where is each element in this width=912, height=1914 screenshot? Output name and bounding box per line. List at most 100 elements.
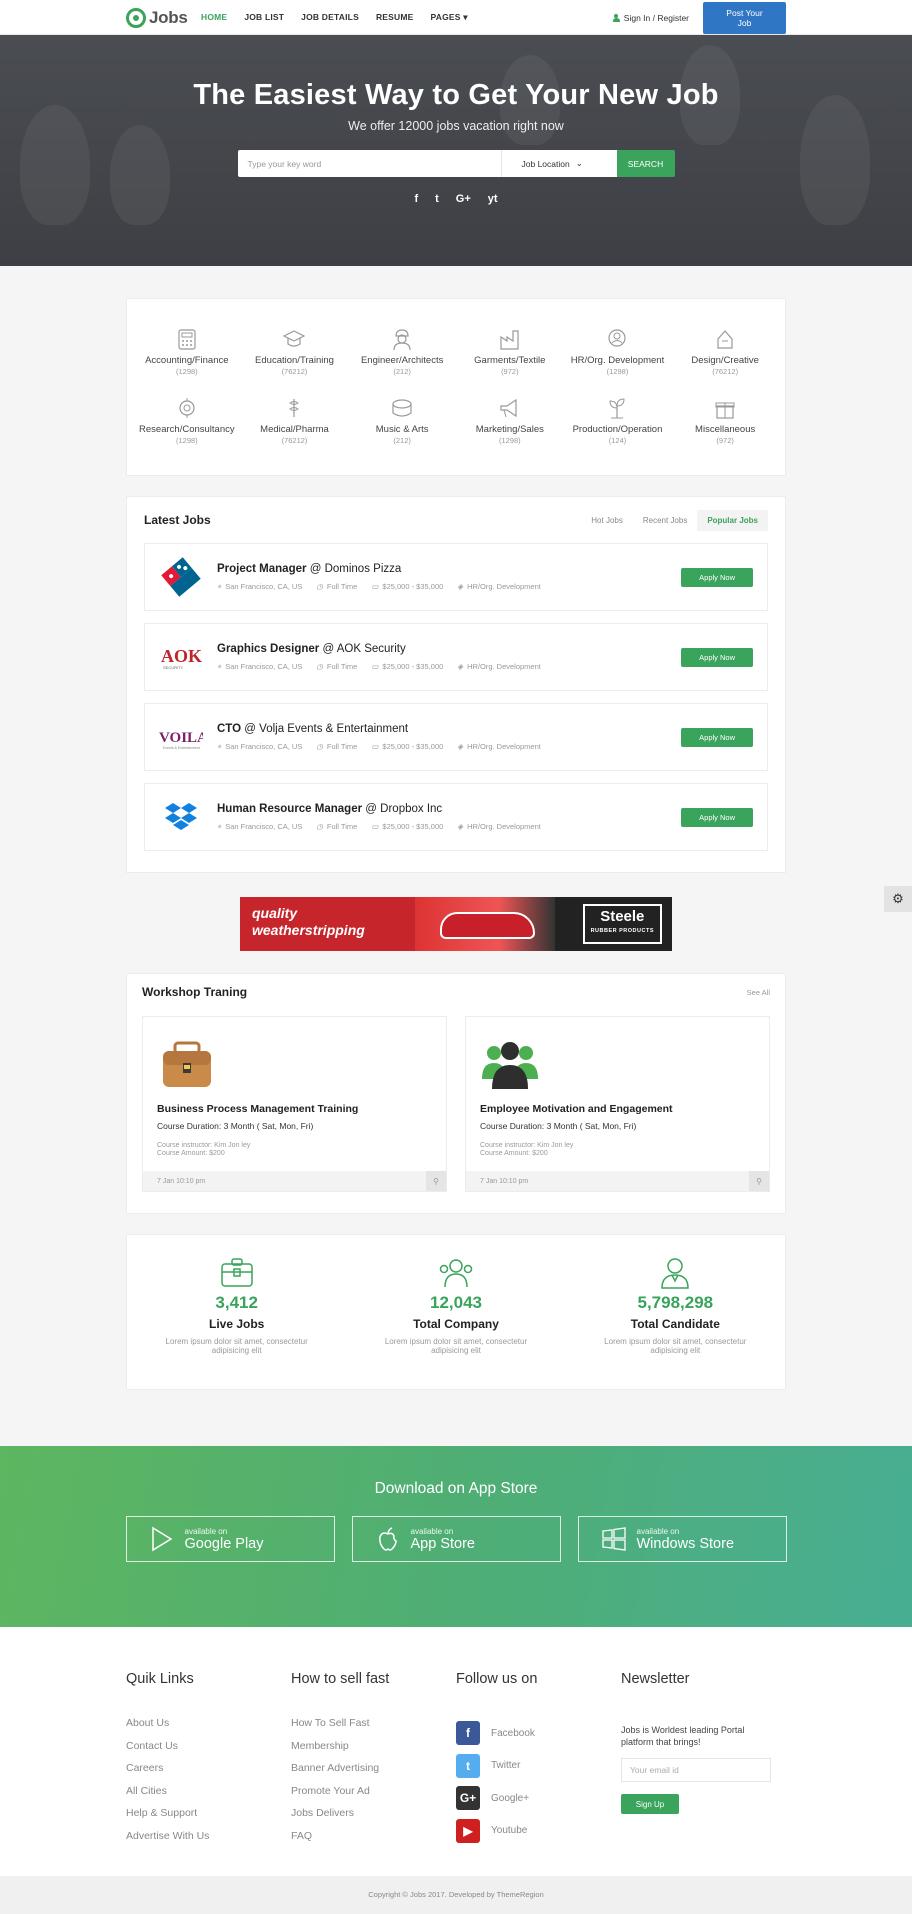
category-count: (76212) (281, 436, 308, 445)
map-pin-icon[interactable]: ⚲ (749, 1171, 769, 1191)
tab-popular-jobs[interactable]: Popular Jobs (697, 509, 768, 531)
job-title[interactable]: Graphics Designer @ AOK Security (217, 643, 681, 655)
search-button[interactable]: SEARCH (616, 150, 675, 177)
location-select[interactable]: Job Location ⌄ (500, 150, 617, 177)
nav-pages[interactable]: PAGES ▾ (431, 12, 468, 23)
workshop-card[interactable]: Business Process Management Training Cou… (142, 1016, 447, 1192)
category-item[interactable]: Music & Arts (212) (348, 396, 456, 445)
hero-bg-figure (110, 125, 170, 225)
google-plus-icon[interactable]: G+ (456, 193, 471, 205)
apply-now-button[interactable]: Apply Now (681, 567, 753, 587)
job-listing[interactable]: AOK SECURITY Graphics Designer @ AOK Secur… (144, 623, 768, 691)
footer-link[interactable]: About Us (126, 1717, 291, 1740)
category-count: (76212) (281, 367, 308, 376)
category-item[interactable]: Research/Consultancy (1298) (133, 396, 241, 445)
category-item[interactable]: HR/Org. Development (1298) (564, 327, 672, 376)
workshop-amount: Course Amount: $200 (480, 1150, 548, 1157)
signin-link[interactable]: Sign In / Register (612, 13, 689, 23)
job-listing[interactable]: Project Manager @ Dominos Pizza ⌖ San Fran… (144, 543, 768, 611)
category-item[interactable]: Accounting/Finance (1298) (133, 327, 241, 376)
map-marker-icon: ⌖ (217, 581, 222, 591)
footer-link[interactable]: Banner Advertising (291, 1762, 456, 1785)
google-play-button[interactable]: available on Google Play (125, 1516, 335, 1562)
stat-description: Lorem ipsum dolor sit amet, consectetur … (165, 1337, 308, 1355)
footer-heading: Follow us on (456, 1671, 538, 1687)
newsletter-email-input[interactable]: Your email id (621, 1758, 771, 1782)
map-marker-icon: ⌖ (217, 661, 222, 671)
job-location: San Francisco, CA, US (225, 662, 303, 671)
category-item[interactable]: Miscellaneous (972) (671, 396, 779, 445)
category-item[interactable]: Garments/Textile (972) (456, 327, 564, 376)
tab-recent-jobs[interactable]: Recent Jobs (633, 510, 697, 531)
category-item[interactable]: Education/Training (76212) (241, 327, 349, 376)
facebook-icon[interactable]: f (414, 193, 418, 205)
windows-store-button[interactable]: available on Windows Store (577, 1516, 787, 1562)
app-store-button[interactable]: available on App Store (351, 1516, 561, 1562)
follow-facebook[interactable]: f Facebook (456, 1717, 621, 1750)
footer-link[interactable]: FAQ (291, 1830, 456, 1853)
footer-link[interactable]: All Cities (126, 1785, 291, 1808)
footer-link[interactable]: Advertise With Us (126, 1830, 291, 1853)
see-all-link[interactable]: See All (747, 988, 770, 997)
category-count: (1298) (175, 436, 198, 445)
ad-line2: weatherstripping (252, 922, 365, 938)
footer-link[interactable]: Careers (126, 1762, 291, 1785)
job-title[interactable]: Project Manager @ Dominos Pizza (217, 563, 681, 575)
workshop-card[interactable]: Employee Motivation and Engagement Cours… (465, 1016, 770, 1192)
keyword-input[interactable]: Type your key word (237, 150, 501, 177)
nav-job-details[interactable]: JOB DETAILS (301, 12, 359, 23)
follow-youtube[interactable]: ▶ Youtube (456, 1815, 621, 1848)
logo[interactable]: Jobs (126, 7, 206, 28)
job-at: @ (244, 722, 256, 735)
footer-link[interactable]: Promote Your Ad (291, 1785, 456, 1808)
tab-hot-jobs[interactable]: Hot Jobs (581, 510, 633, 531)
category-name: Medical/Pharma (260, 424, 329, 435)
category-item[interactable]: Marketing/Sales (1298) (456, 396, 564, 445)
category-item[interactable]: Engineer/Architects (212) (348, 327, 456, 376)
job-title[interactable]: Human Resource Manager @ Dropbox Inc (217, 803, 681, 815)
newsletter-signup-button[interactable]: Sign Up (621, 1794, 679, 1814)
nav-job-list[interactable]: JOB LIST (244, 12, 284, 23)
store-name: App Store (410, 1535, 476, 1552)
workshop-instructor: Course instructor: Kim Jon ley (157, 1142, 251, 1149)
footer-link[interactable]: Contact Us (126, 1740, 291, 1763)
job-listing[interactable]: VOILA Events & Entertainment CTO @ Volja E… (144, 703, 768, 771)
footer-heading: Newsletter (621, 1671, 690, 1687)
footer-link[interactable]: How To Sell Fast (291, 1717, 456, 1740)
youtube-icon[interactable]: yt (488, 193, 498, 205)
map-pin-icon[interactable]: ⚲ (426, 1171, 446, 1191)
ad-line1: quality (252, 905, 298, 921)
post-job-button[interactable]: Post Your Job (703, 1, 786, 34)
category-count: (124) (608, 436, 627, 445)
nav-home[interactable]: HOME (201, 12, 227, 23)
category-item[interactable]: Production/Operation (124) (564, 396, 672, 445)
megaphone-icon (498, 396, 522, 420)
engineer-icon (390, 327, 414, 351)
category-item[interactable]: Design/Creative (76212) (671, 327, 779, 376)
gear-icon[interactable]: ⚙ (884, 886, 912, 912)
follow-google-plus[interactable]: G+ Google+ (456, 1782, 621, 1815)
youtube-icon: ▶ (456, 1818, 480, 1843)
job-listing[interactable]: Human Resource Manager @ Dropbox Inc ⌖ San… (144, 783, 768, 851)
footer-newsletter: Newsletter Jobs is Worldest leading Port… (621, 1671, 786, 1852)
category-count: (76212) (712, 367, 739, 376)
ad-banner[interactable]: quality weatherstripping Steele RUBBER P… (240, 897, 672, 951)
follow-twitter[interactable]: t Twitter (456, 1750, 621, 1783)
dominos-logo (159, 555, 203, 599)
apply-now-button[interactable]: Apply Now (681, 727, 753, 747)
facebook-icon: f (456, 1721, 480, 1746)
twitter-icon[interactable]: t (435, 193, 439, 205)
apply-now-button[interactable]: Apply Now (681, 647, 753, 667)
svg-text:SECURITY: SECURITY (163, 665, 184, 670)
job-title[interactable]: CTO @ Volja Events & Entertainment (217, 723, 681, 735)
footer-heading: Quik Links (126, 1671, 194, 1687)
nav-resume[interactable]: RESUME (376, 12, 414, 23)
footer-heading: How to sell fast (291, 1671, 390, 1687)
footer-link[interactable]: Jobs Delivers (291, 1807, 456, 1830)
footer-link[interactable]: Membership (291, 1740, 456, 1763)
footer-link[interactable]: Help & Support (126, 1807, 291, 1830)
apply-now-button[interactable]: Apply Now (681, 807, 753, 827)
category-count: (1298) (175, 367, 198, 376)
hr-icon (605, 327, 629, 351)
category-item[interactable]: Medical/Pharma (76212) (241, 396, 349, 445)
